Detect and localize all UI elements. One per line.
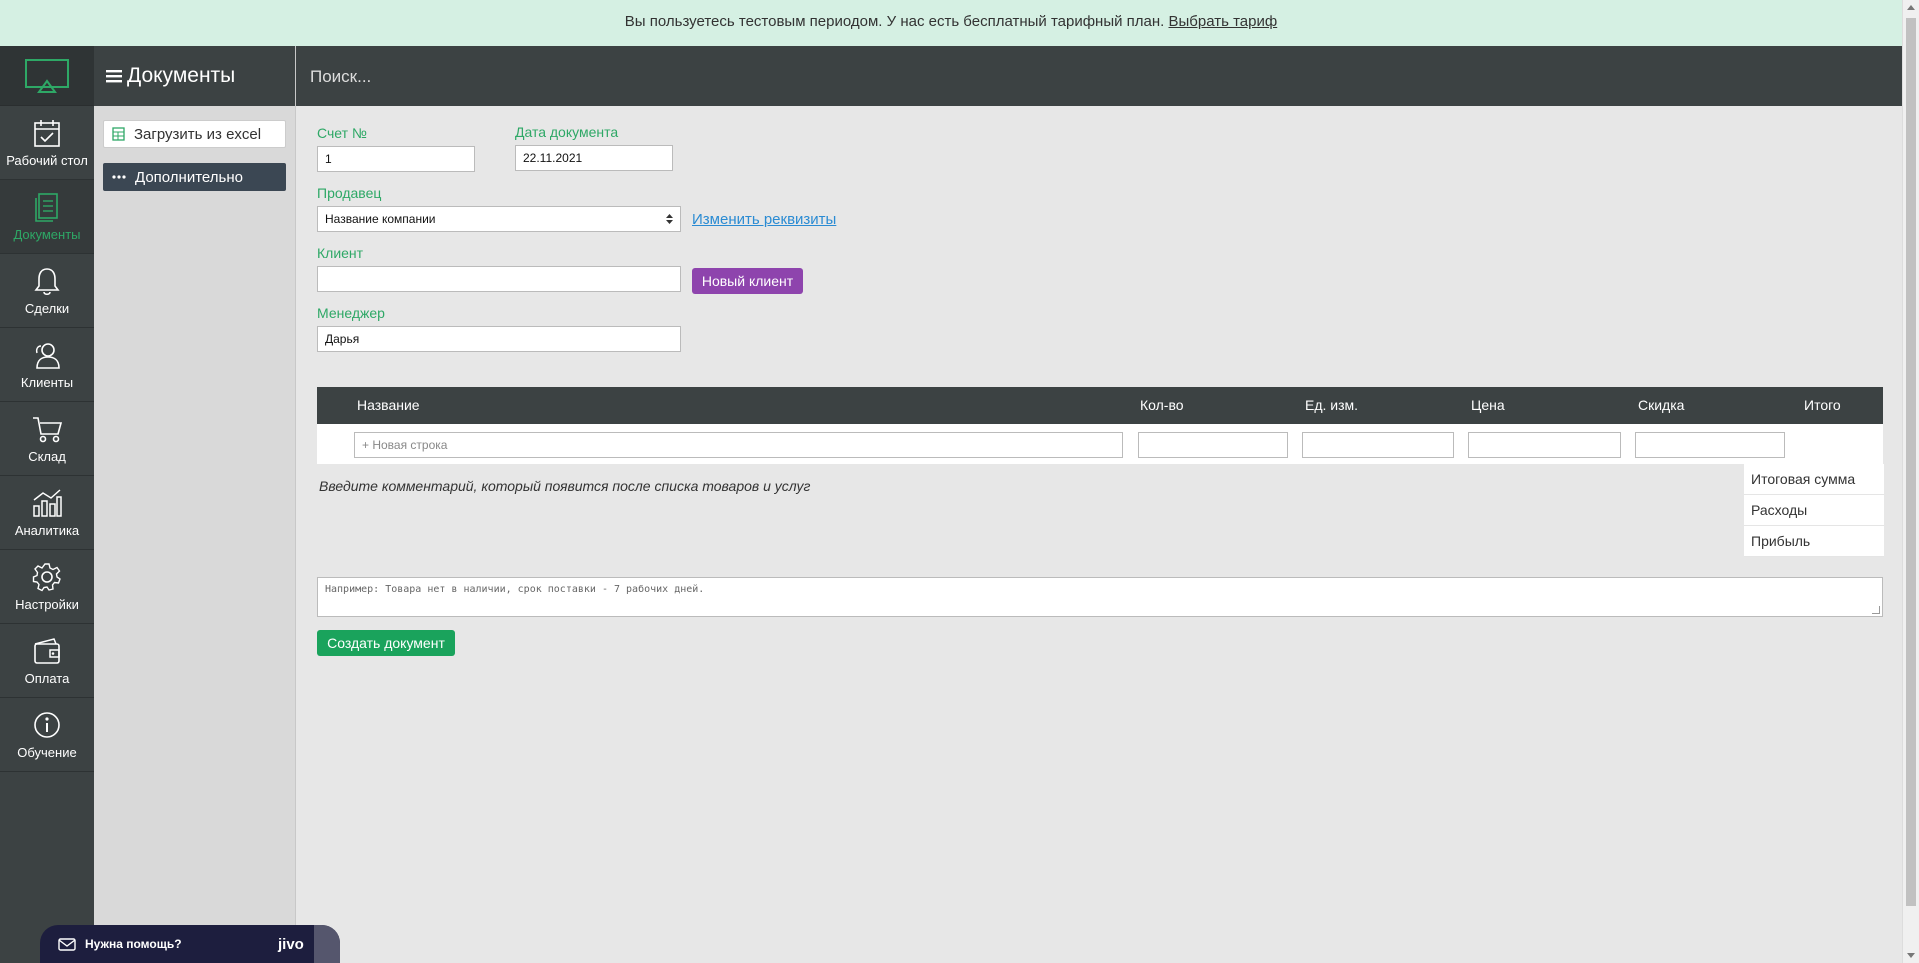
nav-item-clients[interactable]: Клиенты (0, 328, 94, 402)
nav-item-documents[interactable]: Документы (0, 180, 94, 254)
nav-item-warehouse[interactable]: Склад (0, 402, 94, 476)
gear-icon (32, 562, 61, 591)
discount-input[interactable] (1635, 432, 1785, 458)
manager-label: Менеджер (317, 305, 385, 321)
envelope-icon (58, 937, 76, 951)
client-field[interactable] (317, 266, 681, 292)
new-row-name-input[interactable]: + Новая строка (354, 432, 1123, 458)
more-label: Дополнительно (135, 168, 243, 186)
trial-banner: Вы пользуетесь тестовым периодом. У нас … (0, 0, 1902, 46)
new-client-button[interactable]: Новый клиент (692, 268, 803, 294)
help-chat-widget[interactable]: Нужна помощь? jivo (40, 925, 340, 963)
totals-box: Итоговая сумма Расходы Прибыль (1744, 464, 1884, 557)
nav-item-settings[interactable]: Настройки (0, 550, 94, 624)
document-date-field[interactable]: 22.11.2021 (515, 145, 673, 171)
nav-item-payment[interactable]: Оплата (0, 624, 94, 698)
client-label: Клиент (317, 245, 364, 261)
expenses-label: Расходы (1744, 495, 1884, 526)
nav-item-learning[interactable]: Обучение (0, 698, 94, 772)
comment-hint: Введите комментарий, который появится по… (319, 478, 811, 494)
analytics-icon (33, 488, 62, 517)
scroll-down-icon[interactable] (1907, 953, 1915, 958)
column-name: Название (357, 397, 420, 413)
monitor-logo-icon (25, 58, 69, 93)
document-date-value: 22.11.2021 (523, 151, 583, 165)
main-nav: Рабочий стол Документы Сделки Клиенты Ск… (0, 46, 94, 963)
load-from-excel-button[interactable]: Загрузить из excel (103, 120, 286, 148)
new-row-placeholder: + Новая строка (362, 438, 448, 452)
hamburger-icon (106, 70, 122, 83)
side-panel-title: Документы (127, 64, 236, 87)
seller-value: Название компании (325, 212, 436, 226)
comment-placeholder: Например: Товара нет в наличии, срок пос… (325, 584, 705, 595)
page-scrollbar[interactable] (1902, 0, 1919, 963)
wallet-icon (34, 637, 60, 664)
more-options-button[interactable]: Дополнительно (103, 163, 286, 191)
comment-textarea[interactable]: Например: Товара нет в наличии, срок пос… (317, 577, 1883, 617)
ellipsis-icon (112, 175, 126, 179)
column-total: Итого (1804, 397, 1841, 413)
side-panel-header[interactable]: Документы (94, 46, 295, 106)
items-table: Название Кол-во Ед. изм. Цена Скидка Ито… (317, 387, 1883, 464)
resize-grip-icon[interactable] (1872, 606, 1880, 614)
profit-label: Прибыль (1744, 526, 1884, 557)
column-quantity: Кол-во (1140, 397, 1184, 413)
invoice-number-field[interactable]: 1 (317, 146, 475, 172)
documents-side-panel: Документы Загрузить из excel Дополнитель… (94, 46, 296, 963)
info-icon (34, 711, 60, 738)
nav-label: Аналитика (14, 522, 80, 538)
search-input[interactable] (310, 64, 710, 90)
banner-text: Вы пользуетесь тестовым периодом. У нас … (624, 13, 1165, 30)
seller-select[interactable]: Название компании (317, 206, 681, 232)
invoice-number-label: Счет № (317, 125, 367, 141)
change-details-link[interactable]: Изменить реквизиты (692, 211, 836, 228)
column-discount: Скидка (1638, 397, 1685, 413)
price-input[interactable] (1468, 432, 1621, 458)
manager-field[interactable]: Дарья (317, 326, 681, 352)
choose-plan-link[interactable]: Выбрать тариф (1169, 13, 1278, 30)
cart-icon (33, 416, 63, 442)
nav-label: Клиенты (20, 374, 74, 390)
jivo-logo: jivo (278, 935, 304, 953)
create-document-button[interactable]: Создать документ (317, 630, 455, 656)
app-logo[interactable] (0, 46, 94, 106)
top-bar (296, 46, 1902, 106)
nav-label: Рабочий стол (6, 152, 88, 168)
nav-item-analytics[interactable]: Аналитика (0, 476, 94, 550)
unit-input[interactable] (1302, 432, 1454, 458)
nav-label: Склад (28, 448, 66, 464)
load-excel-label: Загрузить из excel (134, 125, 262, 143)
nav-item-deals[interactable]: Сделки (0, 254, 94, 328)
quantity-input[interactable] (1138, 432, 1288, 458)
document-date-label: Дата документа (515, 124, 619, 140)
users-icon (35, 342, 60, 369)
nav-item-desktop[interactable]: Рабочий стол (0, 106, 94, 180)
select-arrows-icon (666, 214, 673, 224)
documents-icon (35, 192, 58, 222)
document-form: Счет № 1 Дата документа 22.11.2021 Прода… (296, 106, 1902, 963)
seller-label: Продавец (317, 185, 382, 201)
invoice-number-value: 1 (325, 152, 332, 166)
excel-icon (112, 127, 125, 141)
column-price: Цена (1471, 397, 1505, 413)
calendar-check-icon (34, 119, 60, 147)
nav-label: Обучение (17, 744, 77, 760)
column-unit: Ед. изм. (1305, 397, 1359, 413)
total-sum-label: Итоговая сумма (1744, 464, 1884, 495)
nav-label: Оплата (24, 670, 70, 686)
table-row-new: + Новая строка (317, 424, 1883, 464)
nav-label: Настройки (15, 596, 79, 612)
scroll-up-icon[interactable] (1907, 5, 1915, 10)
nav-label: Документы (13, 226, 81, 242)
bell-icon (34, 267, 60, 295)
table-header: Название Кол-во Ед. изм. Цена Скидка Ито… (317, 387, 1883, 424)
scrollbar-thumb[interactable] (1906, 18, 1916, 906)
manager-value: Дарья (325, 332, 360, 346)
help-text: Нужна помощь? (85, 937, 182, 951)
nav-label: Сделки (24, 300, 70, 316)
